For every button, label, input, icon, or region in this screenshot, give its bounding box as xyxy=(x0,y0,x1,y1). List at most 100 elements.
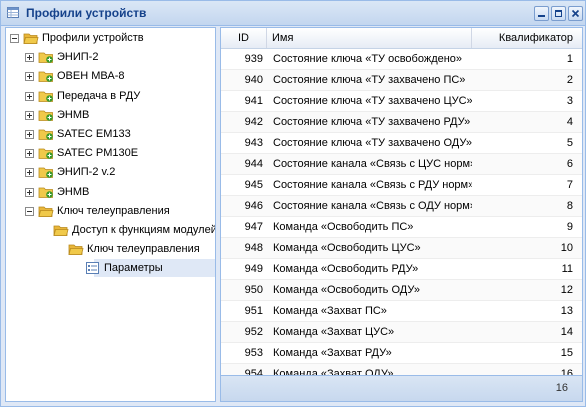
cell-id: 946 xyxy=(244,200,263,212)
cell-name: Состояние ключа «ТУ захвачено ОДУ» xyxy=(273,137,472,149)
tree-node-label: Профили устройств xyxy=(42,32,144,44)
cell-id: 944 xyxy=(244,158,263,170)
tree-node-label: ЭНМВ xyxy=(57,185,90,198)
folder-icon xyxy=(38,52,53,64)
cell-name: Состояние канала «Связь с ЦУС норм» xyxy=(273,158,472,170)
cell-name: Команда «Освободить РДУ» xyxy=(273,263,419,275)
cell-qualifier: 1 xyxy=(566,53,573,65)
table-row[interactable]: 950 Команда «Освободить ОДУ» 12 xyxy=(221,280,582,301)
cell-qualifier: 5 xyxy=(566,137,573,149)
folder-icon xyxy=(38,129,53,140)
cell-id: 948 xyxy=(244,242,263,254)
table-row[interactable]: 945 Состояние канала «Связь с РДУ норм» 7 xyxy=(221,175,582,196)
window-title: Профили устройств xyxy=(26,6,147,20)
cell-id: 940 xyxy=(244,74,263,86)
expand-icon[interactable] xyxy=(25,168,34,178)
cell-qualifier: 8 xyxy=(566,200,573,212)
collapse-icon[interactable] xyxy=(10,34,19,43)
tree-node-label: Передача в РДУ xyxy=(57,89,141,102)
table-row[interactable]: 953 Команда «Захват РДУ» 15 xyxy=(221,343,582,364)
folder-icon xyxy=(53,225,69,236)
tree-node-label: Параметры xyxy=(104,262,163,275)
profiles-window: Профили устройств Профили устройств ЭНИП-… xyxy=(0,0,586,407)
tree-node[interactable]: ОВЕН МВА-8 xyxy=(6,67,215,85)
tree-node[interactable]: SATEC PM130E xyxy=(6,144,215,162)
expand-icon[interactable] xyxy=(25,53,34,63)
properties-icon xyxy=(86,262,99,275)
cell-qualifier: 3 xyxy=(566,95,573,107)
cell-qualifier: 7 xyxy=(566,179,573,191)
cell-id: 952 xyxy=(244,326,263,338)
column-header-id[interactable]: ID xyxy=(221,28,267,48)
folder-icon xyxy=(38,110,53,121)
table-row[interactable]: 949 Команда «Освободить РДУ» 11 xyxy=(221,259,582,280)
column-header-qualifier[interactable]: Квалификатор xyxy=(472,28,582,48)
cell-qualifier: 4 xyxy=(566,116,573,128)
folder-icon xyxy=(38,91,53,102)
device-profile-tree[interactable]: Профили устройств ЭНИП-2 ОВЕН МВА-8 Передач… xyxy=(5,27,216,402)
table-row[interactable]: 943 Состояние ключа «ТУ захвачено ОДУ» 5 xyxy=(221,133,582,154)
minimize-button[interactable] xyxy=(534,6,549,21)
expand-icon[interactable] xyxy=(25,130,34,139)
table-row[interactable]: 951 Команда «Захват ПС» 13 xyxy=(221,301,582,322)
table-row[interactable]: 942 Состояние ключа «ТУ захвачено РДУ» 4 xyxy=(221,112,582,133)
maximize-button[interactable] xyxy=(551,6,566,21)
grid-footer: 16 xyxy=(221,375,582,401)
tree-node-label: ЭНИП-2 xyxy=(57,51,99,64)
cell-id: 942 xyxy=(244,116,263,128)
maximize-icon xyxy=(555,10,562,17)
table-row[interactable]: 944 Состояние канала «Связь с ЦУС норм» 6 xyxy=(221,154,582,175)
cell-name: Состояние ключа «ТУ захвачено РДУ» xyxy=(273,116,471,128)
tree-node[interactable]: ЭНИП-2 xyxy=(6,48,215,66)
expand-icon[interactable] xyxy=(25,149,34,159)
cell-qualifier: 11 xyxy=(561,263,573,275)
tree-node[interactable]: Ключ телеуправления xyxy=(6,202,215,220)
tree-node-label: ЭНМВ xyxy=(57,108,90,121)
tree-node[interactable]: Передача в РДУ xyxy=(6,87,215,105)
expand-icon[interactable] xyxy=(25,72,34,82)
expand-icon[interactable] xyxy=(25,187,34,197)
table-row[interactable]: 939 Состояние ключа «ТУ освобождено» 1 xyxy=(221,49,582,70)
expand-icon[interactable] xyxy=(25,91,34,101)
cell-name: Команда «Освободить ЦУС» xyxy=(273,242,421,254)
cell-id: 949 xyxy=(244,263,263,275)
tree-node[interactable]: Ключ телеуправления xyxy=(6,240,215,258)
tree-node[interactable]: ЭНИП-2 v.2 xyxy=(6,163,215,181)
tree-node[interactable]: ЭНМВ xyxy=(6,106,215,124)
folder-icon xyxy=(38,71,53,83)
cell-qualifier: 2 xyxy=(566,74,573,86)
cell-name: Команда «Захват РДУ» xyxy=(273,347,392,359)
tree-node-label: Ключ телеуправления xyxy=(57,204,170,217)
table-row[interactable]: 946 Состояние канала «Связь с ОДУ норм» 8 xyxy=(221,196,582,217)
cell-qualifier: 14 xyxy=(560,326,573,338)
folder-icon xyxy=(38,167,53,179)
tree-node[interactable]: SATEC EM133 xyxy=(6,125,215,143)
parameters-grid: ID Имя Квалификатор 939 Состояние ключа «… xyxy=(220,27,583,402)
table-row[interactable]: 947 Команда «Освободить ПС» 9 xyxy=(221,217,582,238)
table-row[interactable]: 941 Состояние ключа «ТУ захвачено ЦУС» 3 xyxy=(221,91,582,112)
tree-node-label: ЭНИП-2 v.2 xyxy=(57,166,116,179)
cell-name: Состояние канала «Связь с РДУ норм» xyxy=(273,179,472,191)
cell-qualifier: 12 xyxy=(560,284,573,296)
cell-id: 945 xyxy=(244,179,263,191)
close-button[interactable] xyxy=(568,6,583,21)
collapse-icon[interactable] xyxy=(25,206,34,216)
close-icon xyxy=(571,9,580,18)
folder-icon xyxy=(23,33,39,44)
cell-name: Команда «Захват ПС» xyxy=(273,305,387,317)
minimize-icon xyxy=(538,15,545,17)
window-table-icon xyxy=(7,7,19,18)
table-row[interactable]: 952 Команда «Захват ЦУС» 14 xyxy=(221,322,582,343)
tree-node[interactable]: Доступ к функциям модулей xyxy=(6,221,215,239)
tree-node[interactable]: Профили устройств xyxy=(6,29,215,47)
tree-node[interactable]: Параметры xyxy=(86,259,215,278)
folder-icon xyxy=(38,187,53,198)
cell-name: Состояние ключа «ТУ освобождено» xyxy=(273,53,463,65)
column-header-name[interactable]: Имя xyxy=(267,28,472,48)
expand-icon[interactable] xyxy=(25,110,34,120)
cell-id: 941 xyxy=(244,95,263,107)
table-row[interactable]: 940 Состояние ключа «ТУ захвачено ПС» 2 xyxy=(221,70,582,91)
window-titlebar[interactable]: Профили устройств xyxy=(1,1,585,26)
tree-node[interactable]: ЭНМВ xyxy=(6,183,215,201)
table-row[interactable]: 948 Команда «Освободить ЦУС» 10 xyxy=(221,238,582,259)
